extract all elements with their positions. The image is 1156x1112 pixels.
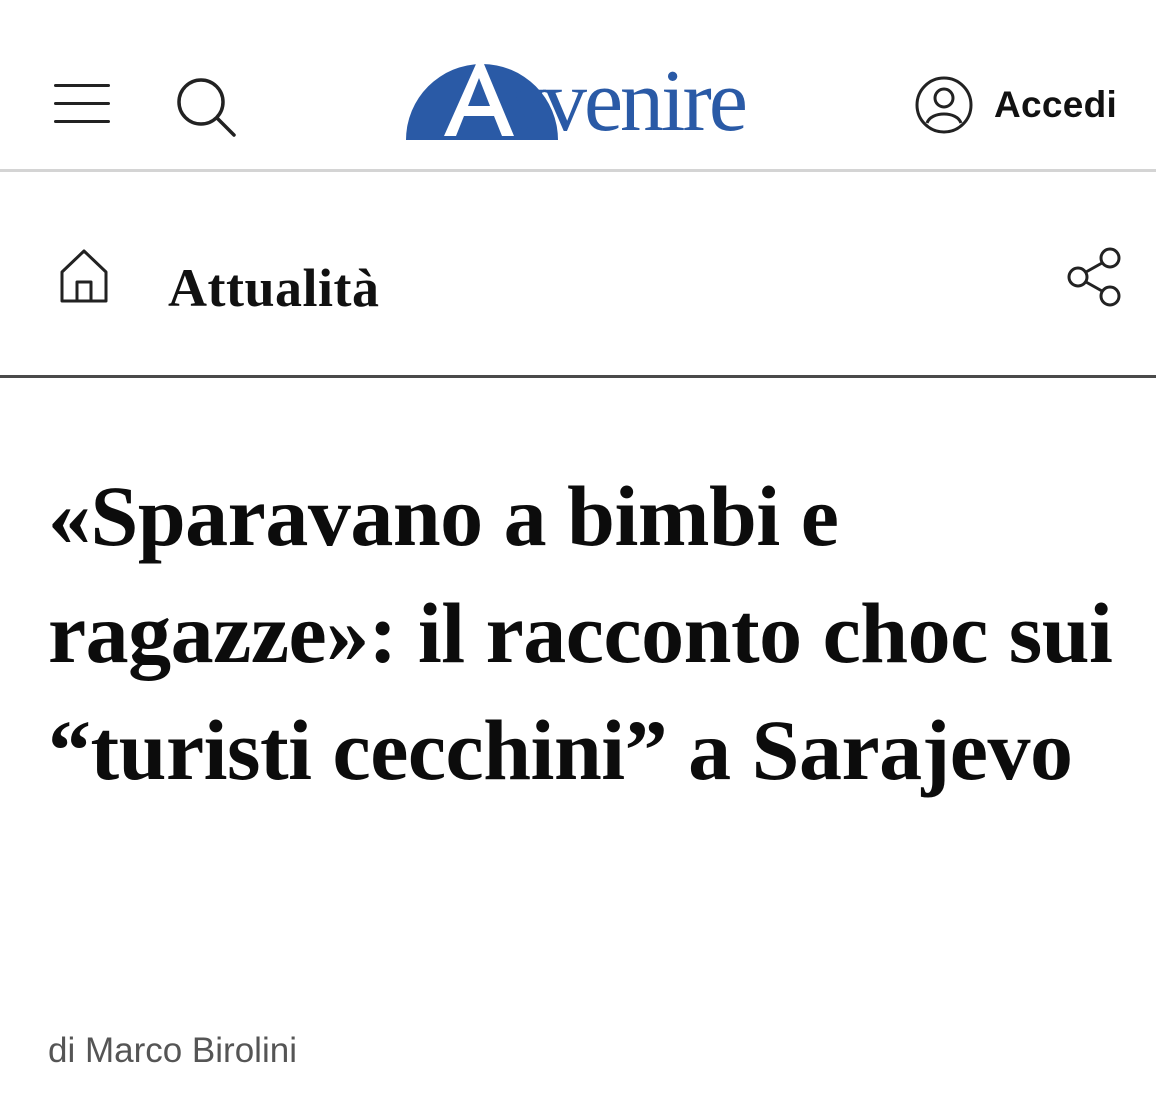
section-title[interactable]: Attualità — [168, 256, 379, 320]
hamburger-menu-icon — [54, 84, 110, 87]
login-label: Accedi — [994, 84, 1118, 125]
user-circle-icon — [915, 76, 973, 134]
menu-button[interactable] — [52, 82, 112, 126]
site-logo[interactable]: vvenire — [404, 44, 748, 144]
home-icon[interactable] — [56, 246, 112, 306]
login-button[interactable]: Accedi — [914, 74, 1117, 136]
search-icon[interactable] — [172, 74, 238, 140]
share-icon[interactable] — [1064, 246, 1126, 308]
site-header: vvenire Accedi — [0, 0, 1156, 172]
article-byline[interactable]: di Marco Birolini — [48, 1026, 297, 1076]
article-headline: «Sparavano a bimbi e ragazze»: il raccon… — [48, 468, 1113, 798]
section-bar: Attualità — [0, 172, 1156, 378]
logo-wordmark: vvenire — [502, 53, 746, 144]
